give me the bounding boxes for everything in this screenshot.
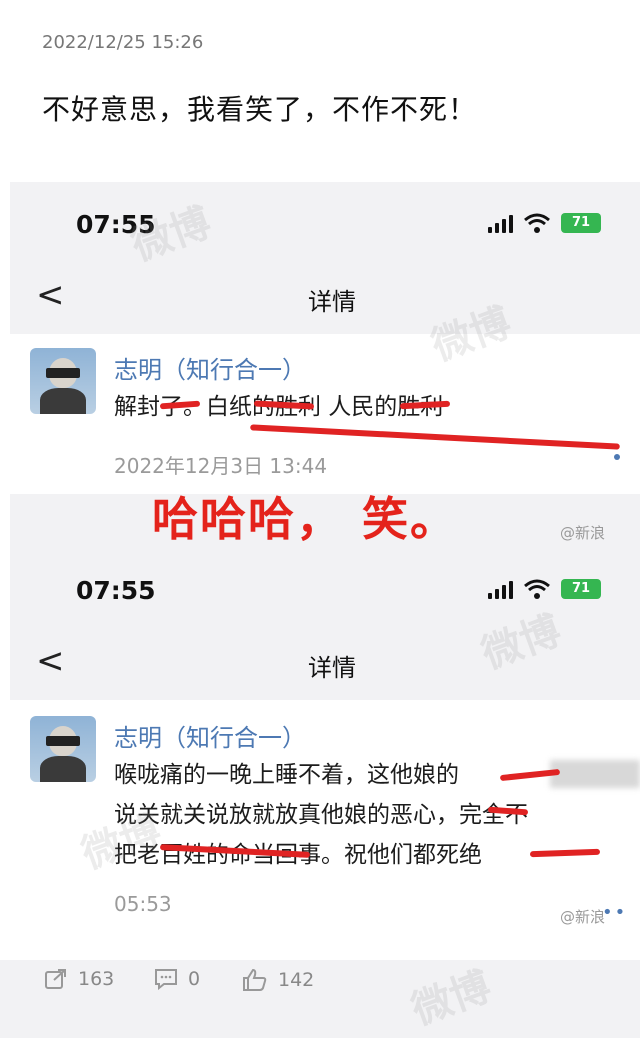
cellular-signal-icon	[488, 213, 513, 233]
like-count: 142	[278, 969, 315, 991]
battery-icon: 71	[561, 579, 601, 599]
watermark-ghost: 微博	[475, 607, 567, 679]
repost-icon	[45, 969, 66, 989]
watermark-ghost: 微博	[405, 963, 497, 1035]
comment-button[interactable]: 0	[154, 968, 200, 990]
weibo-watermark: @新浪	[560, 524, 606, 542]
comment-count: 0	[188, 968, 201, 990]
like-button[interactable]: 142	[242, 968, 314, 992]
watermark-ghost: 微博	[125, 199, 217, 271]
nav-title: 详情	[308, 288, 356, 316]
more-dot-icon[interactable]	[614, 454, 620, 460]
battery-icon: 71	[561, 213, 601, 233]
status-icons: 71	[488, 578, 601, 600]
post-content-line: 说关就关说放就放真他娘的恶心，完全不	[114, 802, 528, 828]
back-button[interactable]: <	[36, 278, 65, 312]
cellular-signal-icon	[488, 579, 513, 599]
repost-button[interactable]: 163	[44, 968, 114, 990]
author-name[interactable]: 志明（知行合一）	[114, 718, 306, 753]
post-time: 05:53	[114, 892, 172, 916]
thumbs-up-icon	[243, 968, 267, 991]
wifi-icon	[524, 579, 550, 599]
post-timestamp: 2022/12/25 15:26	[42, 32, 204, 53]
back-button[interactable]: <	[36, 644, 65, 678]
post-content-line: 喉咙痛的一晚上睡不着，这他娘的	[114, 762, 459, 788]
post-text: 不好意思，我看笑了，不作不死！	[42, 93, 478, 126]
status-icons: 71	[488, 212, 601, 234]
blur-redaction	[550, 760, 640, 788]
status-time: 07:55	[76, 576, 156, 605]
wifi-icon	[524, 213, 550, 233]
weibo-watermark: @新浪	[560, 908, 606, 926]
avatar[interactable]	[30, 716, 96, 782]
screenshot-2: 07:55 71 < 详情 志明（知行合一） 喉咙痛的一晚上睡不着，这他娘的 说…	[10, 550, 640, 960]
comment-icon	[155, 969, 177, 990]
nav-title: 详情	[308, 654, 356, 682]
post-time: 2022年12月3日 13:44	[114, 454, 328, 478]
overlay-caption: 哈哈哈， 笑。	[152, 492, 459, 546]
more-dots-icon[interactable]: ••	[602, 902, 627, 923]
avatar[interactable]	[30, 348, 96, 414]
action-bar: 163 0 142 微博	[0, 960, 640, 1038]
repost-count: 163	[78, 968, 115, 990]
weibo-card: 志明（知行合一） 解封了。白纸的胜利 人民的胜利 2022年12月3日 13:4…	[10, 334, 640, 494]
author-name[interactable]: 志明（知行合一）	[114, 350, 306, 385]
